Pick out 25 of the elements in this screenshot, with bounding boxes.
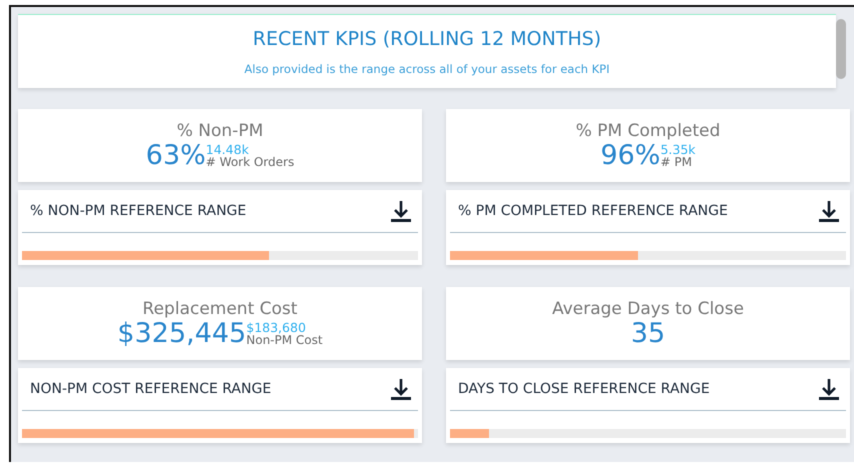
range-title: NON-PM COST REFERENCE RANGE (30, 381, 272, 397)
kpi-sub-value: 5.35k (660, 142, 696, 156)
kpi-value: 35 (630, 318, 666, 348)
kpi-value: $325,445 (117, 318, 246, 348)
download-icon[interactable] (818, 199, 840, 223)
download-icon[interactable] (390, 377, 412, 401)
range-title: % NON-PM REFERENCE RANGE (30, 203, 246, 219)
kpi-sub-value: 14.48k (206, 142, 250, 156)
kpi-sub-value: $183,680 (246, 320, 307, 334)
kpi-sub-label: # PM (660, 156, 693, 168)
kpi-value: 96% (600, 140, 660, 170)
kpi-label: % Non-PM (176, 120, 264, 140)
kpi-sub-label: Non-PM Cost (246, 334, 323, 346)
range-title: DAYS TO CLOSE REFERENCE RANGE (458, 381, 710, 397)
scrollbar-thumb[interactable] (836, 19, 846, 79)
kpi-value: 63% (146, 140, 206, 170)
download-icon[interactable] (818, 377, 840, 401)
download-icon[interactable] (390, 199, 412, 223)
kpi-label: Replacement Cost (142, 298, 298, 318)
kpi-label: Average Days to Close (552, 298, 744, 318)
section-title: RECENT KPIS (ROLLING 12 MONTHS) (252, 28, 602, 50)
section-subtitle: Also provided is the range across all of your assets for each KPI (244, 62, 610, 76)
kpi-label: % PM Completed (576, 120, 720, 140)
range-title: % PM COMPLETED REFERENCE RANGE (458, 203, 728, 219)
kpi-sub-label: # Work Orders (206, 156, 294, 168)
